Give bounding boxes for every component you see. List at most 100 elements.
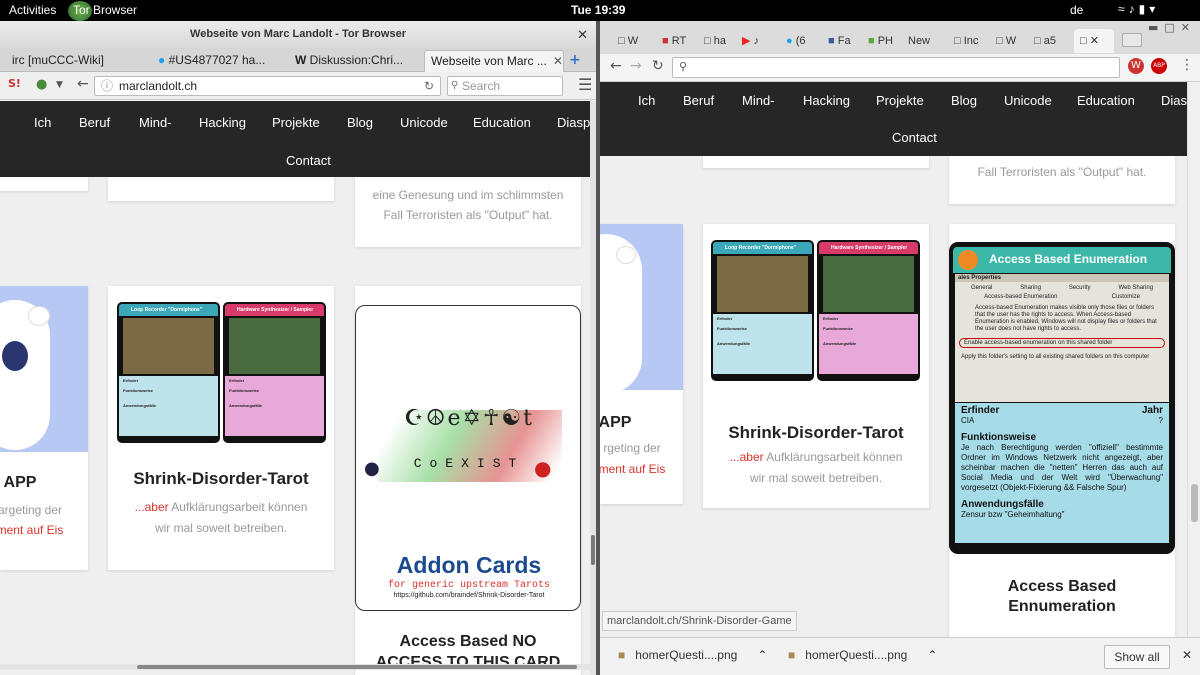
card-title: Access Based Ennumeration [949,577,1175,617]
nav-unicode[interactable]: Unicode [1004,93,1052,108]
activities-button[interactable]: Activities [9,3,56,17]
omnibox-input[interactable]: ⚲ [672,57,1120,78]
card-title[interactable]: Shrink-Disorder-Tarot [703,423,929,443]
nav-contact[interactable]: Contact [892,130,937,145]
nav-projekte[interactable]: Projekte [876,93,924,108]
tab-label: W [1005,35,1017,47]
nav-mind[interactable]: Mind- [742,93,775,108]
chevron-down-icon[interactable]: ▼ [56,80,63,90]
nav-mind[interactable]: Mind- [139,115,172,130]
close-tab-icon[interactable]: ✕ [553,54,563,68]
menu-dots-icon[interactable]: ⋮ [1180,57,1194,73]
hamburger-menu-icon[interactable]: ☰ [578,75,592,94]
reload-icon[interactable]: ↻ [424,77,434,95]
tab-10[interactable]: □ W [996,29,1030,53]
back-icon[interactable]: ← [77,76,89,92]
nav-unicode[interactable]: Unicode [400,115,448,130]
noscript-icon[interactable]: S! [8,77,21,90]
nav-ich[interactable]: Ich [34,115,51,130]
extension-w-icon[interactable]: W [1128,58,1144,74]
tor-onion-icon[interactable]: ● [36,77,47,92]
card-text: Aufklärungsarbeit können [168,500,308,514]
card-shrink-disorder-tarot[interactable]: Loop Recorder "Dormiphone" Erfinder Funkt… [703,224,929,508]
abe-card-header: Access Based Enumeration [953,247,1171,273]
tab-5[interactable]: ● (6 [786,29,824,53]
download-item[interactable]: ■ homerQuesti....png ⌃ [618,648,767,662]
nav-beruf[interactable]: Beruf [683,93,714,108]
window-titlebar[interactable]: Webseite von Marc Landolt - Tor Browser … [0,21,596,48]
close-icon[interactable]: ✕ [577,21,588,48]
reload-icon[interactable]: ↻ [652,58,664,74]
url-bar[interactable]: ⓘ marclandolt.ch ↻ [94,76,441,96]
tab-11[interactable]: □ a5 [1034,29,1070,53]
polar-bear-image [600,224,683,394]
nav-beruf[interactable]: Beruf [79,115,110,130]
tarot-card-head: Hardware Synthesizer / Sampler [225,304,324,316]
keyboard-layout[interactable]: de [1070,3,1083,17]
show-all-button[interactable]: Show all [1104,645,1170,669]
chevron-up-icon[interactable]: ⌃ [757,648,767,662]
nav-education[interactable]: Education [473,115,531,130]
new-tab-button[interactable] [1122,33,1142,47]
forward-icon[interactable]: → [630,58,642,74]
window-controls[interactable]: ▬□✕ [1148,21,1196,34]
nav-hacking[interactable]: Hacking [199,115,246,130]
card-access-based-enumeration[interactable]: Access Based Enumeration ales Properties… [949,224,1175,637]
tab-irc[interactable]: irc [muCCC-Wiki] [6,50,104,72]
system-menu-icons[interactable]: ≈♪▮▾ [1118,2,1159,16]
nav-hacking[interactable]: Hacking [803,93,850,108]
nav-ich[interactable]: Ich [638,93,655,108]
adblock-icon[interactable]: ABP [1151,58,1167,74]
close-tab-icon[interactable]: ✕ [1090,35,1099,47]
horizontal-scrollbar[interactable] [0,664,590,670]
nav-projekte[interactable]: Projekte [272,115,320,130]
card-title-line: Access Based [1007,578,1117,595]
card-title[interactable]: Shrink-Disorder-Tarot [108,469,334,489]
search-input[interactable]: ⚲ Search [447,76,563,96]
tab-label: ha [713,35,726,47]
tab-8[interactable]: New [908,29,948,53]
tarot-field-label: Funktionsweise [229,388,260,393]
tab-4[interactable]: ▶ ♪ [742,29,782,53]
tarot-field-label: Anwendungsfälle [229,403,263,408]
tarot-field-label: Erfinder [123,378,139,383]
tab-2[interactable]: ■ RT [662,29,700,53]
nav-contact[interactable]: Contact [286,153,331,168]
nav-education[interactable]: Education [1077,93,1135,108]
tab-webseite[interactable]: Webseite von Marc ... ✕ [424,50,564,72]
tab-7[interactable]: ■ PH [868,29,904,53]
app-menu[interactable]: Tor Browser [73,3,137,17]
chevron-up-icon[interactable]: ⌃ [927,648,937,662]
new-tab-icon[interactable]: + [569,52,581,68]
tab-label: irc [muCCC-Wiki] [12,53,104,67]
tab-1[interactable]: □ W [618,29,658,53]
vertical-scrollbar[interactable] [1187,82,1200,637]
close-icon[interactable]: ✕ [1182,648,1192,662]
scrollbar-thumb[interactable] [1191,484,1198,522]
download-item[interactable]: ■ homerQuesti....png ⌃ [788,648,937,662]
card-partial [703,156,929,168]
back-icon[interactable]: ← [610,58,622,74]
tarot-card-image [823,256,914,312]
nav-blog[interactable]: Blog [951,93,977,108]
tarot-card-image [229,318,320,374]
tab-label: (6 [795,35,806,47]
card-shrink-disorder-tarot[interactable]: Loop Recorder "Dormiphone" Erfinder Funkt… [108,286,334,570]
card-app[interactable]: APP argeting der ment auf Eis [0,286,88,570]
tab-us-patent[interactable]: ● #US4877027 ha... [152,50,274,72]
scrollbar-thumb[interactable] [137,665,577,669]
tab-9[interactable]: □ Inc [954,29,992,53]
nav-blog[interactable]: Blog [347,115,373,130]
clock[interactable]: Tue 19:39 [571,3,625,17]
dialog-tab: Security [1068,285,1091,291]
scrollbar-thumb[interactable] [591,535,595,565]
tab-active[interactable]: □ ✕ [1074,29,1114,53]
card-app[interactable]: APP rgeting der ment auf Eis [600,224,683,504]
tarot-field-label: Anwendungsfälle [717,341,751,346]
card-access-based-no-access[interactable]: ☪☮e✡☥☯t CoEXIST ● ● Addon Cards for gene… [355,286,581,675]
tab-diskussion[interactable]: W Diskussion:Chri... [289,50,415,72]
nav-diaspora[interactable]: Diaspo [557,115,590,130]
tab-6[interactable]: ■ Fa [828,29,864,53]
nav-diaspora[interactable]: Dias [1161,93,1187,108]
tab-3[interactable]: □ ha [704,29,738,53]
